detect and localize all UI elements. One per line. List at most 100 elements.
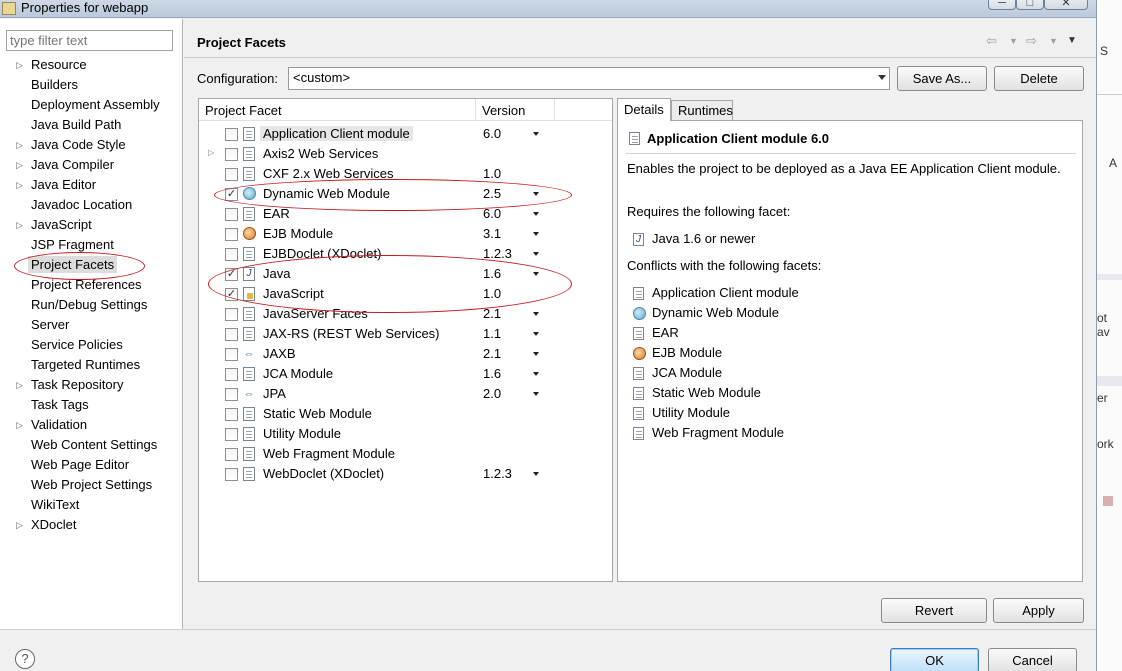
nav-item-web-content-settings[interactable]: Web Content Settings	[0, 435, 183, 455]
facet-row[interactable]: WebDoclet (XDoclet) 1.2.3	[199, 464, 612, 484]
facet-list-label: Java 1.6 or newer	[652, 231, 756, 246]
nav-item-run-debug-settings[interactable]: Run/Debug Settings	[0, 295, 183, 315]
nav-item-java-compiler[interactable]: ▷ Java Compiler	[0, 155, 183, 175]
facet-row[interactable]: ⇔ JPA 2.0	[199, 384, 612, 404]
facet-row[interactable]: Application Client module 6.0	[199, 124, 612, 144]
column-header-version[interactable]: Version	[482, 103, 525, 118]
version-dropdown-icon[interactable]	[533, 212, 539, 216]
facet-checkbox[interactable]	[225, 228, 238, 241]
version-dropdown-icon[interactable]	[533, 252, 539, 256]
nav-item-java-code-style[interactable]: ▷ Java Code Style	[0, 135, 183, 155]
facet-checkbox[interactable]	[225, 168, 238, 181]
facet-checkbox[interactable]	[225, 368, 238, 381]
facet-version[interactable]: 1.1	[483, 326, 501, 341]
expand-arrow-icon[interactable]: ▷	[16, 375, 26, 395]
version-dropdown-icon[interactable]	[533, 132, 539, 136]
expand-arrow-icon[interactable]: ▷	[16, 155, 26, 175]
facet-row[interactable]: EJB Module 3.1	[199, 224, 612, 244]
facet-checkbox[interactable]	[225, 308, 238, 321]
facet-row[interactable]: ▷ Axis2 Web Services	[199, 144, 612, 164]
facet-row[interactable]: Utility Module	[199, 424, 612, 444]
facet-version[interactable]: 1.2.3	[483, 466, 512, 481]
facet-row[interactable]: JAX-RS (REST Web Services) 1.1	[199, 324, 612, 344]
facet-checkbox[interactable]	[225, 428, 238, 441]
version-dropdown-icon[interactable]	[533, 232, 539, 236]
version-dropdown-icon[interactable]	[533, 372, 539, 376]
expand-arrow-icon[interactable]: ▷	[16, 55, 26, 75]
facet-row[interactable]: Static Web Module	[199, 404, 612, 424]
expand-arrow-icon[interactable]: ▷	[16, 515, 26, 535]
facet-checkbox[interactable]	[225, 208, 238, 221]
nav-item-java-editor[interactable]: ▷ Java Editor	[0, 175, 183, 195]
facet-checkbox[interactable]	[225, 388, 238, 401]
nav-item-java-build-path[interactable]: Java Build Path	[0, 115, 183, 135]
configuration-dropdown[interactable]: <custom>	[288, 67, 890, 90]
facet-checkbox[interactable]	[225, 248, 238, 261]
back-arrow-icon[interactable]: ⇦	[986, 33, 997, 49]
column-divider[interactable]	[554, 99, 555, 121]
version-dropdown-icon[interactable]	[533, 312, 539, 316]
tab-runtimes[interactable]: Runtimes	[671, 100, 733, 120]
facet-checkbox[interactable]	[225, 408, 238, 421]
nav-item-builders[interactable]: Builders	[0, 75, 183, 95]
facet-checkbox[interactable]	[225, 328, 238, 341]
facet-checkbox[interactable]	[225, 128, 238, 141]
nav-item-label: XDoclet	[31, 517, 77, 532]
facet-checkbox[interactable]	[225, 468, 238, 481]
cancel-button[interactable]: Cancel	[988, 648, 1077, 671]
facet-checkbox[interactable]	[225, 348, 238, 361]
facet-row[interactable]: Web Fragment Module	[199, 444, 612, 464]
nav-item-web-page-editor[interactable]: Web Page Editor	[0, 455, 183, 475]
chevron-down-icon[interactable]: ▼	[1009, 36, 1018, 46]
facet-checkbox[interactable]	[225, 448, 238, 461]
facet-version[interactable]: 2.0	[483, 386, 501, 401]
minimize-icon[interactable]: ─	[988, 0, 1016, 10]
nav-item-javascript[interactable]: ▷ JavaScript	[0, 215, 183, 235]
nav-item-targeted-runtimes[interactable]: Targeted Runtimes	[0, 355, 183, 375]
maximize-icon[interactable]: □	[1016, 0, 1044, 10]
document-icon	[633, 427, 644, 440]
facet-version[interactable]: 2.1	[483, 346, 501, 361]
version-dropdown-icon[interactable]	[533, 332, 539, 336]
expand-arrow-icon[interactable]: ▷	[16, 215, 26, 235]
help-icon[interactable]: ?	[15, 649, 35, 669]
nav-item-server[interactable]: Server	[0, 315, 183, 335]
nav-item-xdoclet[interactable]: ▷ XDoclet	[0, 515, 183, 535]
close-icon[interactable]: ✕	[1044, 0, 1088, 10]
expand-arrow-icon[interactable]: ▷	[16, 175, 26, 195]
nav-item-task-repository[interactable]: ▷ Task Repository	[0, 375, 183, 395]
tab-details[interactable]: Details	[617, 98, 671, 121]
version-dropdown-icon[interactable]	[533, 472, 539, 476]
nav-item-validation[interactable]: ▷ Validation	[0, 415, 183, 435]
chevron-down-icon[interactable]: ▼	[1049, 36, 1058, 46]
facet-row[interactable]: ⇔ JAXB 2.1	[199, 344, 612, 364]
view-menu-icon[interactable]: ▼	[1067, 35, 1077, 46]
facet-row[interactable]: JCA Module 1.6	[199, 364, 612, 384]
column-header-facet[interactable]: Project Facet	[205, 103, 282, 118]
delete-button[interactable]: Delete	[994, 66, 1084, 91]
column-divider[interactable]	[475, 99, 476, 121]
version-dropdown-icon[interactable]	[533, 392, 539, 396]
save-as-button[interactable]: Save As...	[897, 66, 987, 91]
nav-item-deployment-assembly[interactable]: Deployment Assembly	[0, 95, 183, 115]
filter-input[interactable]	[6, 30, 173, 51]
nav-item-service-policies[interactable]: Service Policies	[0, 335, 183, 355]
nav-item-resource[interactable]: ▷ Resource	[0, 55, 183, 75]
expand-arrow-icon[interactable]: ▷	[16, 415, 26, 435]
facet-checkbox[interactable]	[225, 148, 238, 161]
header-divider	[184, 57, 1096, 58]
expand-arrow-icon[interactable]: ▷	[208, 148, 214, 157]
nav-item-javadoc-location[interactable]: Javadoc Location	[0, 195, 183, 215]
expand-arrow-icon[interactable]: ▷	[16, 135, 26, 155]
facet-version[interactable]: 1.6	[483, 366, 501, 381]
facet-version[interactable]: 6.0	[483, 126, 501, 141]
version-dropdown-icon[interactable]	[533, 352, 539, 356]
nav-item-wikitext[interactable]: WikiText	[0, 495, 183, 515]
nav-item-task-tags[interactable]: Task Tags	[0, 395, 183, 415]
revert-button[interactable]: Revert	[881, 598, 987, 623]
facet-version[interactable]: 3.1	[483, 226, 501, 241]
nav-item-web-project-settings[interactable]: Web Project Settings	[0, 475, 183, 495]
apply-button[interactable]: Apply	[993, 598, 1084, 623]
forward-arrow-icon[interactable]: ⇨	[1026, 33, 1037, 49]
ok-button[interactable]: OK	[890, 648, 979, 671]
